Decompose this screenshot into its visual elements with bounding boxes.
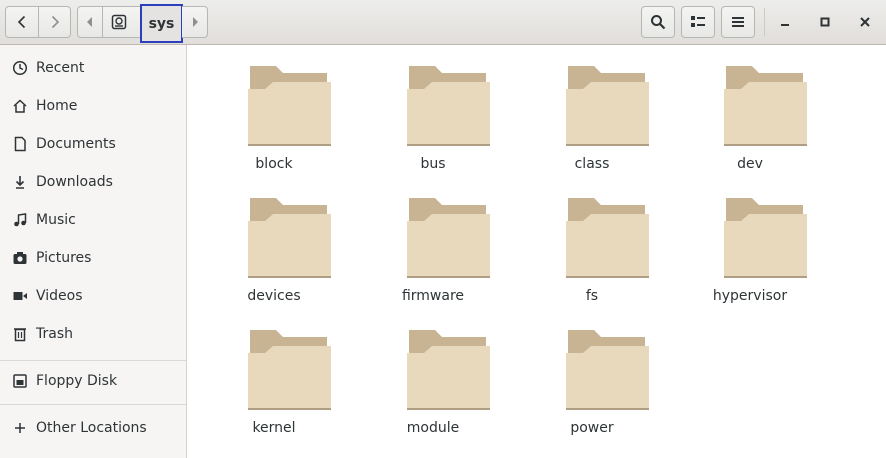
folder-item[interactable]: block [214, 45, 334, 172]
folder-item[interactable]: firmware [373, 177, 493, 304]
sidebar-item-label: Videos [36, 288, 83, 304]
folder-icon [407, 66, 490, 146]
sidebar-item-videos[interactable]: Videos [0, 277, 186, 315]
path-scroll-right-button[interactable] [182, 6, 208, 38]
triangle-right-icon [192, 17, 198, 27]
folder-label: class [574, 156, 610, 172]
menu-button[interactable] [721, 6, 755, 38]
sidebar-item-pictures[interactable]: Pictures [0, 239, 186, 277]
sidebar-item-trash[interactable]: Trash [0, 315, 186, 353]
folder-item[interactable]: devices [214, 177, 334, 304]
folder-label: module [406, 420, 460, 436]
folder-icon [724, 198, 807, 278]
back-button[interactable] [5, 6, 39, 38]
music-icon [12, 212, 28, 228]
floppy-icon [12, 373, 28, 389]
folder-icon [566, 330, 649, 410]
sidebar-item-recent[interactable]: Recent [0, 49, 186, 87]
folder-item[interactable]: class [532, 45, 652, 172]
folder-label: hypervisor [712, 288, 788, 304]
folder-item[interactable]: power [532, 309, 652, 436]
header-bar: sys [0, 0, 886, 45]
document-icon [12, 136, 28, 152]
folder-icon [566, 198, 649, 278]
sidebar-item-label: Floppy Disk [36, 373, 118, 389]
sidebar-item-label: Music [36, 212, 76, 228]
maximize-button[interactable] [810, 6, 840, 38]
video-icon [12, 288, 28, 304]
sidebar-item-label: Downloads [36, 174, 113, 190]
sidebar-item-home[interactable]: Home [0, 87, 186, 125]
folder-icon [566, 66, 649, 146]
clock-icon [12, 60, 28, 76]
sidebar-item-label: Other Locations [36, 420, 147, 436]
folder-label: devices [247, 288, 301, 304]
folder-icon [407, 198, 490, 278]
plus-icon [12, 420, 28, 436]
folder-label: dev [737, 156, 763, 172]
folder-icon [407, 330, 490, 410]
camera-icon [12, 250, 28, 266]
home-icon [12, 98, 28, 114]
sidebar-item-floppy-disk[interactable]: Floppy Disk [0, 362, 186, 400]
folder-label: kernel [252, 420, 296, 436]
path-current-label[interactable]: sys [140, 4, 183, 43]
folder-icon [248, 330, 331, 410]
sidebar-item-other-locations[interactable]: Other Locations [0, 409, 186, 447]
minimize-icon [781, 24, 789, 26]
header-separator [764, 8, 765, 36]
folder-icon [248, 198, 331, 278]
download-icon [12, 174, 28, 190]
sidebar: Recent Home Documents Downloads Music Pi… [0, 45, 187, 458]
folder-icon [724, 66, 807, 146]
trash-icon [12, 326, 28, 342]
search-icon [651, 15, 666, 30]
close-icon [860, 17, 870, 27]
path-scroll-left-button[interactable] [77, 6, 103, 38]
path-root-button[interactable] [103, 6, 135, 38]
sidebar-item-downloads[interactable]: Downloads [0, 163, 186, 201]
hamburger-menu-icon [732, 17, 744, 27]
maximize-icon [820, 17, 830, 27]
folder-icon [248, 66, 331, 146]
triangle-left-icon [87, 17, 92, 27]
sidebar-item-label: Pictures [36, 250, 92, 266]
close-button[interactable] [850, 6, 880, 38]
sidebar-divider [0, 404, 186, 405]
search-button[interactable] [641, 6, 675, 38]
minimize-button[interactable] [770, 6, 800, 38]
sidebar-item-label: Documents [36, 136, 116, 152]
folder-label: block [255, 156, 293, 172]
file-view: block bus class dev devices firmware fs … [188, 45, 886, 458]
chevron-left-icon [17, 15, 26, 29]
sidebar-item-label: Trash [36, 326, 73, 342]
sidebar-item-music[interactable]: Music [0, 201, 186, 239]
folder-item[interactable]: kernel [214, 309, 334, 436]
forward-button[interactable] [39, 6, 71, 38]
folder-item[interactable]: fs [532, 177, 652, 304]
sidebar-divider [0, 360, 186, 361]
folder-item[interactable]: dev [690, 45, 810, 172]
folder-item[interactable]: hypervisor [690, 177, 810, 304]
folder-label: bus [420, 156, 446, 172]
folder-label: power [570, 420, 614, 436]
sidebar-item-label: Recent [36, 60, 85, 76]
folder-label: fs [585, 288, 599, 304]
root-drive-icon [111, 14, 126, 30]
chevron-right-icon [51, 15, 59, 29]
folder-item[interactable]: bus [373, 45, 493, 172]
folder-item[interactable]: module [373, 309, 493, 436]
sidebar-item-documents[interactable]: Documents [0, 125, 186, 163]
folder-label: firmware [401, 288, 465, 304]
view-toggle-button[interactable] [681, 6, 715, 38]
sidebar-item-label: Home [36, 98, 78, 114]
list-view-icon [691, 16, 705, 27]
